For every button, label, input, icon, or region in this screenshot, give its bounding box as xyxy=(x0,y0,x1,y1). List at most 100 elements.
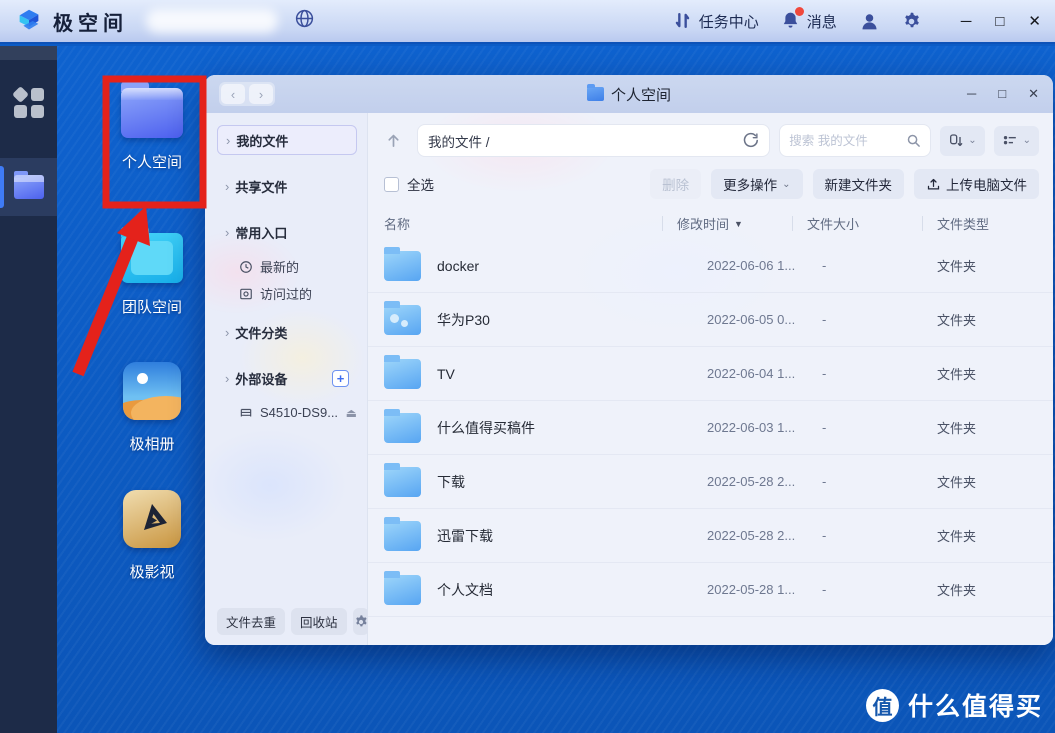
file-list: docker 2022-06-06 1... - 文件夹 华为P30 2022-… xyxy=(368,239,1053,645)
sidebar-item-file-categories[interactable]: › 文件分类 xyxy=(217,317,357,347)
window-maximize-button[interactable]: □ xyxy=(998,86,1006,102)
photo-album-icon xyxy=(123,362,181,420)
messages-button[interactable]: 消息 xyxy=(781,11,837,32)
back-button[interactable]: ‹ xyxy=(221,84,245,104)
team-space-folder-icon xyxy=(121,233,183,283)
gear-icon xyxy=(901,11,921,31)
file-row[interactable]: 下载 2022-05-28 2... - 文件夹 xyxy=(368,455,1053,509)
file-type: 文件夹 xyxy=(937,256,1033,275)
path-bar[interactable]: 我的文件 / xyxy=(417,124,770,157)
file-name: 华为P30 xyxy=(437,310,490,330)
chevron-down-icon: ⌄ xyxy=(1023,135,1031,146)
sort-button[interactable]: ⌄ xyxy=(940,126,984,156)
sidebar-item-latest[interactable]: 最新的 xyxy=(217,253,357,280)
select-all-checkbox[interactable] xyxy=(384,177,399,192)
add-device-button[interactable]: + xyxy=(332,370,349,387)
path-toolbar: 我的文件 / xyxy=(368,113,1053,164)
window-minimize-button[interactable]: ─ xyxy=(967,86,976,102)
folder-icon xyxy=(384,521,421,551)
file-size: - xyxy=(822,312,937,327)
window-title-group: 个人空间 xyxy=(205,84,1053,105)
rail-apps-button[interactable] xyxy=(0,74,57,132)
sidebar-item-shared-files[interactable]: › 共享文件 xyxy=(217,171,357,201)
smzdm-watermark-text: 什么值得买 xyxy=(908,687,1043,723)
user-icon xyxy=(859,11,879,31)
task-center-button[interactable]: 任务中心 xyxy=(673,11,759,32)
smzdm-badge-icon: 值 xyxy=(866,689,899,722)
chevron-down-icon: ⌄ xyxy=(968,135,976,146)
file-row[interactable]: docker 2022-06-06 1... - 文件夹 xyxy=(368,239,1053,293)
file-name: docker xyxy=(437,258,479,274)
file-size: - xyxy=(822,582,937,597)
search-icon[interactable] xyxy=(906,133,921,148)
file-modified: 2022-06-05 0... xyxy=(707,312,822,327)
chevron-right-icon: › xyxy=(225,371,229,386)
file-name: 迅雷下载 xyxy=(437,526,493,546)
zspace-logo-icon xyxy=(14,6,44,36)
sidebar-item-common-entry[interactable]: › 常用入口 xyxy=(217,217,357,247)
file-row[interactable]: 迅雷下载 2022-05-28 2... - 文件夹 xyxy=(368,509,1053,563)
window-title: 个人空间 xyxy=(611,84,671,105)
globe-icon[interactable] xyxy=(294,8,315,34)
file-row[interactable]: 什么值得买稿件 2022-06-03 1... - 文件夹 xyxy=(368,401,1053,455)
up-directory-button[interactable] xyxy=(378,126,408,156)
desktop-icon-personal-space[interactable]: 个人空间 xyxy=(90,88,214,172)
file-row[interactable]: TV 2022-06-04 1... - 文件夹 xyxy=(368,347,1053,401)
desktop-icon-team-space[interactable]: 团队空间 xyxy=(90,233,214,317)
view-mode-button[interactable]: ⌄ xyxy=(994,126,1039,156)
delete-button[interactable]: 删除 xyxy=(650,169,701,199)
more-actions-label: 更多操作 xyxy=(723,174,777,194)
list-view-icon xyxy=(1002,132,1019,149)
file-sidebar: › 我的文件 › 共享文件 › 常用入口 最新的 xyxy=(205,113,368,645)
column-header-modified[interactable]: 修改时间 ▼ xyxy=(677,214,792,233)
refresh-icon[interactable] xyxy=(742,132,759,149)
file-row[interactable]: 个人文档 2022-05-28 1... - 文件夹 xyxy=(368,563,1053,617)
search-box[interactable] xyxy=(779,124,931,157)
desktop-icon-label: 极相册 xyxy=(129,433,174,454)
column-header-size[interactable]: 文件大小 xyxy=(807,214,922,233)
recycle-bin-button[interactable]: 回收站 xyxy=(291,608,347,635)
desktop-icon-photo-album[interactable]: 极相册 xyxy=(90,362,214,454)
file-row[interactable]: 华为P30 2022-06-05 0... - 文件夹 xyxy=(368,293,1053,347)
sidebar-footer: 文件去重 回收站 xyxy=(217,608,357,635)
app-maximize-button[interactable]: □ xyxy=(995,14,1004,29)
file-modified: 2022-05-28 2... xyxy=(707,474,822,489)
more-actions-button[interactable]: 更多操作 ⌄ xyxy=(711,169,802,199)
left-rail xyxy=(0,46,57,733)
file-modified: 2022-06-03 1... xyxy=(707,420,822,435)
rail-files-button[interactable] xyxy=(0,158,57,216)
forward-button[interactable]: › xyxy=(249,84,273,104)
sidebar-settings-button[interactable] xyxy=(353,608,369,635)
topbar-right: 任务中心 消息 xyxy=(673,11,1041,32)
app-topbar: 极空间 任务中心 xyxy=(0,0,1055,44)
app-close-button[interactable]: ✕ xyxy=(1028,14,1041,29)
column-header-type[interactable]: 文件类型 xyxy=(937,214,1033,233)
sidebar-item-visited[interactable]: 访问过的 xyxy=(217,280,357,307)
column-header-name[interactable]: 名称 xyxy=(384,214,662,233)
settings-button[interactable] xyxy=(901,11,921,31)
chevron-right-icon: › xyxy=(225,225,229,240)
sidebar-item-label: 最新的 xyxy=(260,257,299,276)
user-button[interactable] xyxy=(859,11,879,31)
desktop-icon-movies[interactable]: 极影视 xyxy=(90,490,214,582)
gear-icon xyxy=(353,614,369,630)
action-toolbar: 全选 删除 更多操作 ⌄ 新建文件夹 上传电脑文件 xyxy=(368,164,1053,208)
new-folder-button[interactable]: 新建文件夹 xyxy=(813,169,905,199)
upload-button[interactable]: 上传电脑文件 xyxy=(914,169,1039,199)
chevron-right-icon: › xyxy=(225,325,229,340)
movies-icon xyxy=(123,490,181,548)
window-titlebar[interactable]: ‹ › 个人空间 ─ □ ✕ xyxy=(205,75,1053,113)
sidebar-item-external-drive[interactable]: S4510-DS9... ⏏ xyxy=(217,399,357,426)
app-minimize-button[interactable]: ─ xyxy=(961,14,972,29)
sidebar-item-external-devices[interactable]: › 外部设备 + xyxy=(217,363,357,393)
eject-icon[interactable]: ⏏ xyxy=(346,406,357,420)
file-size: - xyxy=(822,258,937,273)
sidebar-item-my-files[interactable]: › 我的文件 xyxy=(217,125,357,155)
dedupe-button[interactable]: 文件去重 xyxy=(217,608,285,635)
file-modified: 2022-06-04 1... xyxy=(707,366,822,381)
chevron-right-icon: › xyxy=(226,133,230,148)
file-type: 文件夹 xyxy=(937,310,1033,329)
window-close-button[interactable]: ✕ xyxy=(1028,86,1039,102)
search-input[interactable] xyxy=(789,134,906,148)
smzdm-watermark: 值 什么值得买 xyxy=(866,687,1043,723)
